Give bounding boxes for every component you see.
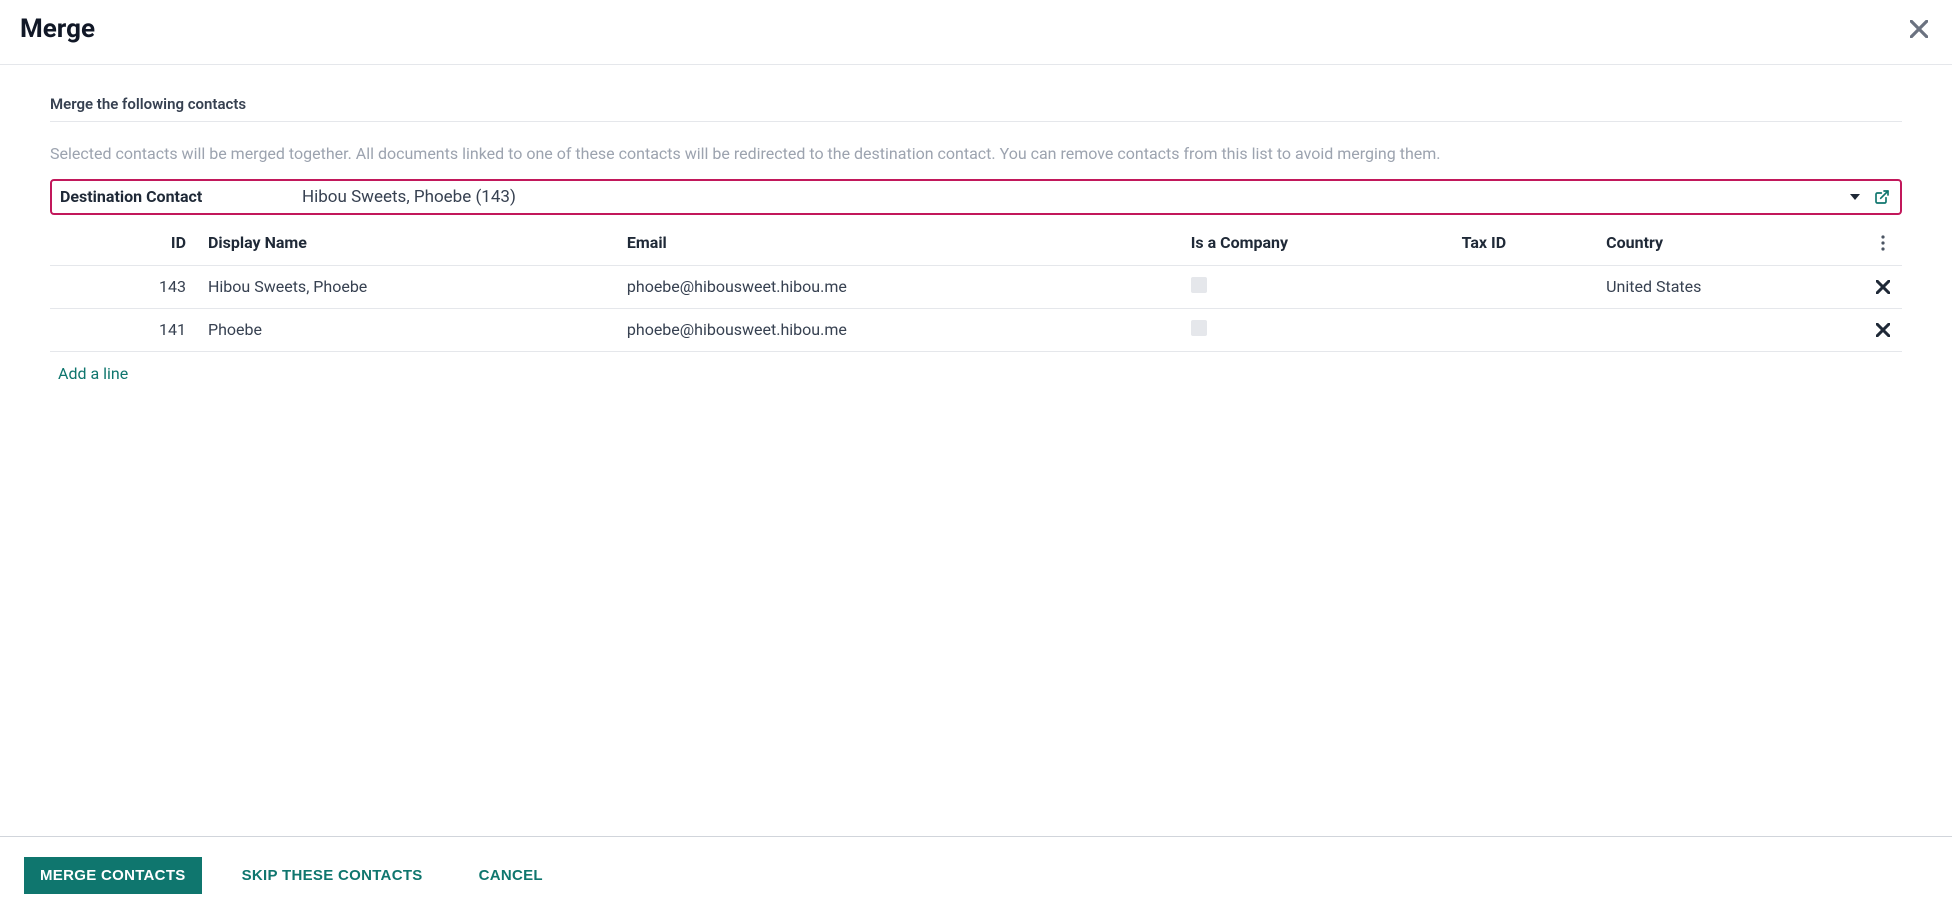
th-country[interactable]: Country	[1598, 221, 1864, 266]
remove-row-button[interactable]	[1872, 276, 1894, 298]
th-is-company[interactable]: Is a Company	[1183, 221, 1454, 266]
external-link-icon[interactable]	[1874, 189, 1890, 205]
destination-label: Destination Contact	[52, 187, 282, 206]
cell-country: United States	[1598, 265, 1864, 308]
cell-is-company	[1183, 308, 1454, 351]
section-title: Merge the following contacts	[50, 95, 1902, 122]
table-row[interactable]: 143 Hibou Sweets, Phoebe phoebe@hibouswe…	[50, 265, 1902, 308]
close-button[interactable]	[1906, 16, 1932, 42]
destination-contact-row: Destination Contact Hibou Sweets, Phoebe…	[50, 179, 1902, 215]
x-icon	[1876, 280, 1890, 294]
th-email[interactable]: Email	[619, 221, 1183, 266]
table-row[interactable]: 141 Phoebe phoebe@hibousweet.hibou.me	[50, 308, 1902, 351]
add-line-row: Add a line	[50, 351, 1902, 393]
contacts-table: ID Display Name Email Is a Company Tax I…	[50, 221, 1902, 393]
checkbox-unchecked-icon[interactable]	[1191, 277, 1207, 293]
close-icon	[1910, 20, 1928, 38]
add-line-link[interactable]: Add a line	[58, 364, 128, 383]
checkbox-unchecked-icon[interactable]	[1191, 320, 1207, 336]
description-text: Selected contacts will be merged togethe…	[50, 142, 1902, 167]
th-id[interactable]: ID	[50, 221, 200, 266]
cell-email: phoebe@hibousweet.hibou.me	[619, 265, 1183, 308]
cell-country	[1598, 308, 1864, 351]
modal-header: Merge	[0, 0, 1952, 65]
cell-display-name: Hibou Sweets, Phoebe	[200, 265, 619, 308]
merge-contacts-button[interactable]: MERGE CONTACTS	[24, 857, 202, 894]
cancel-button[interactable]: CANCEL	[463, 857, 559, 894]
cell-display-name: Phoebe	[200, 308, 619, 351]
cell-tax-id	[1454, 265, 1599, 308]
modal-body: Merge the following contacts Selected co…	[0, 65, 1952, 836]
modal-title: Merge	[20, 14, 95, 44]
skip-contacts-button[interactable]: SKIP THESE CONTACTS	[226, 857, 439, 894]
destination-select[interactable]: Hibou Sweets, Phoebe (143)	[302, 187, 1890, 207]
kebab-icon	[1881, 235, 1885, 251]
merge-modal: Merge Merge the following contacts Selec…	[0, 0, 1952, 904]
table-options-button[interactable]	[1877, 231, 1889, 255]
cell-id: 141	[50, 308, 200, 351]
remove-row-button[interactable]	[1872, 319, 1894, 341]
cell-email: phoebe@hibousweet.hibou.me	[619, 308, 1183, 351]
cell-tax-id	[1454, 308, 1599, 351]
cell-id: 143	[50, 265, 200, 308]
modal-footer: MERGE CONTACTS SKIP THESE CONTACTS CANCE…	[0, 836, 1952, 904]
cell-is-company	[1183, 265, 1454, 308]
chevron-down-icon[interactable]	[1850, 194, 1860, 200]
x-icon	[1876, 323, 1890, 337]
th-tax-id[interactable]: Tax ID	[1454, 221, 1599, 266]
th-display-name[interactable]: Display Name	[200, 221, 619, 266]
destination-value: Hibou Sweets, Phoebe (143)	[302, 187, 1840, 207]
